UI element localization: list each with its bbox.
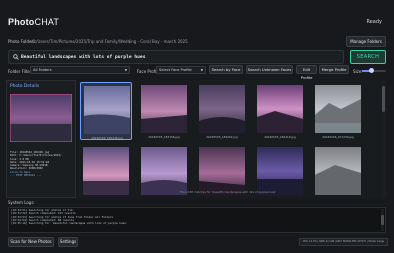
photo-gallery: 20240504_165248.jpg 20240505_183156.jpg … xyxy=(78,80,380,198)
app-window: PhotoCHAT Ready Photo Folders: C:/Users/… xyxy=(0,0,394,253)
thumbnail-image xyxy=(315,85,361,133)
size-slider-handle[interactable] xyxy=(369,68,375,73)
system-info: CPU: 12.4% | RAM: 6.1 GB | GPU: NVIDIA R… xyxy=(298,238,388,246)
folder-path: C:/Users/Tim/Pictures/2025/Trip and Fami… xyxy=(32,39,188,44)
search-input[interactable]: Beautiful landscapes with lots of purple… xyxy=(8,50,344,64)
thumbnail-caption: 20240505_183156.jpg xyxy=(148,135,180,139)
thumbnail[interactable]: 20240504_165248.jpg xyxy=(80,82,132,140)
thumbnail-image xyxy=(141,85,187,133)
thumbnail[interactable]: 20240505_183156.jpg xyxy=(138,82,190,140)
thumbnail-image xyxy=(257,147,303,195)
gallery-scrollbar-thumb[interactable] xyxy=(382,86,385,112)
thumbnail-caption: 20240504_165248.jpg xyxy=(91,136,123,140)
photo-meta: File: 20240504_165248.jpg Path: C:/Users… xyxy=(10,151,72,177)
search-by-face-button[interactable]: Search by Face xyxy=(209,65,243,74)
thumbnail-caption: 20240505_184419.jpg xyxy=(264,135,296,139)
photo-details-header: Photo Details xyxy=(10,84,40,89)
title-bar: PhotoCHAT Ready xyxy=(0,0,394,31)
face-profile-select[interactable]: Select Face Profile ▼ xyxy=(156,66,206,74)
thumbnail[interactable]: 20240505_184002.jpg xyxy=(196,82,248,140)
photo-preview xyxy=(10,94,72,142)
search-unknown-faces-button[interactable]: Search Unknown Faces xyxy=(246,65,293,74)
thumbnail-image xyxy=(315,147,361,195)
thumbnail-caption: 20240506_071230.jpg xyxy=(322,135,354,139)
thumbnail[interactable]: 20240506_071230.jpg xyxy=(312,82,364,140)
settings-button[interactable]: Settings xyxy=(58,237,78,247)
log-line: [10:35:10] Searching for 'beautiful land… xyxy=(11,222,128,226)
size-slider[interactable] xyxy=(362,68,386,73)
folder-bar: Photo Folders: C:/Users/Tim/Pictures/202… xyxy=(6,35,388,49)
thumbnail-caption: 20240505_184002.jpg xyxy=(206,135,238,139)
bottom-bar: Scan for New Photos Settings CPU: 12.4% … xyxy=(6,237,388,247)
thumbnail-image xyxy=(141,147,187,195)
thumbnail-image xyxy=(199,147,245,195)
folder-filter-select[interactable]: All Folders ▼ xyxy=(30,66,130,74)
search-result-status: Found 88 matches for 'beautiful landscap… xyxy=(180,190,276,194)
system-logs-header: System Logs: xyxy=(8,200,35,205)
logo-part-chat: CHAT xyxy=(34,17,60,27)
system-logs: System Logs: [10:34:51] Searching for ph… xyxy=(6,200,388,234)
search-button[interactable]: SEARCH xyxy=(350,50,386,64)
photo-details-panel: Photo Details File: 20240504_165248.jpg … xyxy=(6,80,76,198)
chevron-down-icon: ▼ xyxy=(200,68,203,72)
thumbnail-image xyxy=(83,147,129,195)
thumbnail-image xyxy=(257,85,303,133)
thumbnail-image xyxy=(84,86,130,134)
preview-image xyxy=(10,94,72,142)
status-ready: Ready xyxy=(366,19,382,25)
log-scrollbar[interactable] xyxy=(381,209,384,231)
thumbnail-image xyxy=(199,85,245,133)
filter-row: Folder Filter: All Folders ▼ Face Profil… xyxy=(6,65,388,80)
edit-profile-button[interactable]: Edit Profile xyxy=(296,65,317,80)
logo-part-photo: Photo xyxy=(8,17,35,27)
app-logo: PhotoCHAT xyxy=(8,17,59,27)
log-scrollbar-thumb[interactable] xyxy=(381,215,384,225)
manage-folders-button[interactable]: Manage Folders xyxy=(346,36,386,47)
scan-new-photos-button[interactable]: Scan for New Photos xyxy=(8,237,54,247)
search-row: Beautiful landscapes with lots of purple… xyxy=(6,50,388,64)
exif-section-title: --- EXIF DETAILS --- xyxy=(10,174,42,178)
folder-filter-value: All Folders xyxy=(33,68,52,72)
log-output[interactable]: [10:34:51] Searching for photos of Tim [… xyxy=(8,207,386,233)
search-icon xyxy=(13,54,19,60)
merge-profile-button[interactable]: Merge Profile xyxy=(319,65,349,74)
search-query: Beautiful landscapes with lots of purple… xyxy=(21,55,146,60)
chevron-down-icon: ▼ xyxy=(124,68,127,72)
face-profile-value: Select Face Profile xyxy=(159,68,192,72)
gallery-scrollbar[interactable] xyxy=(381,80,386,198)
thumbnail[interactable]: 20240505_184419.jpg xyxy=(254,82,306,140)
